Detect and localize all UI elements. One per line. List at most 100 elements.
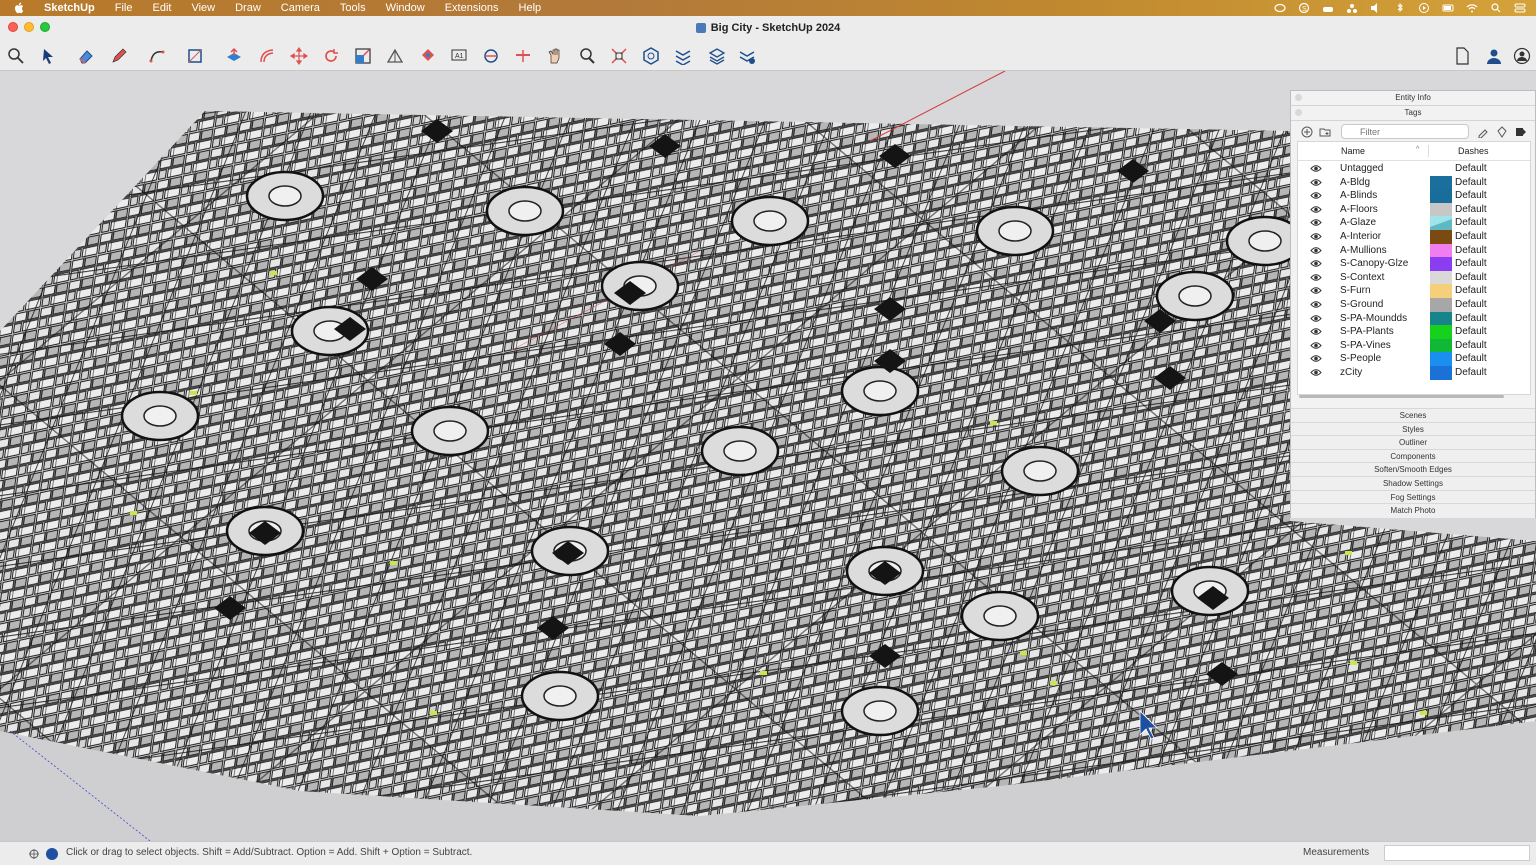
tag-row[interactable]: A-Mullions Default bbox=[1298, 243, 1530, 258]
move-icon[interactable] bbox=[288, 45, 310, 67]
tag-color-swatch[interactable] bbox=[1430, 352, 1452, 366]
menu-help[interactable]: Help bbox=[509, 0, 552, 16]
select-icon[interactable] bbox=[37, 45, 59, 67]
zoom-extents-icon[interactable] bbox=[608, 45, 630, 67]
menu-tools[interactable]: Tools bbox=[330, 0, 376, 16]
visibility-eye-icon[interactable] bbox=[1310, 178, 1322, 187]
tag-dashes-value[interactable]: Default bbox=[1455, 271, 1487, 285]
tag-row[interactable]: S-Context Default bbox=[1298, 270, 1530, 285]
visibility-eye-icon[interactable] bbox=[1310, 300, 1322, 309]
tag-tool-icon[interactable] bbox=[1477, 126, 1489, 138]
tag-row[interactable]: S-PA-Vines Default bbox=[1298, 338, 1530, 353]
tag-color-swatch[interactable] bbox=[1430, 162, 1452, 176]
profile-icon[interactable] bbox=[1511, 45, 1533, 67]
tag-row[interactable]: S-PA-Plants Default bbox=[1298, 325, 1530, 339]
measurements-input[interactable] bbox=[1384, 845, 1530, 861]
wifi-icon[interactable] bbox=[1466, 3, 1478, 13]
tag-dashes-value[interactable]: Default bbox=[1455, 366, 1487, 380]
add-tag-icon[interactable] bbox=[1301, 126, 1313, 138]
visibility-eye-icon[interactable] bbox=[1310, 273, 1322, 282]
visibility-eye-icon[interactable] bbox=[1310, 341, 1322, 350]
rectangle-icon[interactable] bbox=[184, 45, 206, 67]
tag-name[interactable]: A-Bldg bbox=[1340, 176, 1370, 190]
tag-row[interactable]: A-Glaze Default bbox=[1298, 216, 1530, 230]
tag-dashes-value[interactable]: Default bbox=[1455, 284, 1487, 298]
menu-edit[interactable]: Edit bbox=[142, 0, 181, 16]
dashes-column-header[interactable]: Dashes bbox=[1458, 146, 1489, 156]
tag-name[interactable]: S-PA-Plants bbox=[1340, 325, 1394, 339]
tag-dashes-value[interactable]: Default bbox=[1455, 244, 1487, 258]
tray-panel-header[interactable]: Styles bbox=[1291, 421, 1535, 437]
visibility-eye-icon[interactable] bbox=[1310, 286, 1322, 295]
section-plane-icon[interactable] bbox=[512, 45, 534, 67]
menu-file[interactable]: File bbox=[105, 0, 143, 16]
tag-row[interactable]: Untagged Default bbox=[1298, 162, 1530, 176]
visibility-eye-icon[interactable] bbox=[1310, 259, 1322, 268]
extension-icon[interactable] bbox=[672, 45, 694, 67]
tray-panel-header[interactable]: Outliner bbox=[1291, 435, 1535, 450]
tag-color-swatch[interactable] bbox=[1430, 175, 1452, 190]
minimize-window-button[interactable] bbox=[24, 22, 34, 32]
menu-camera[interactable]: Camera bbox=[271, 0, 330, 16]
tag-filter-input[interactable] bbox=[1341, 124, 1469, 139]
geo-location-icon[interactable] bbox=[28, 848, 40, 860]
tape-measure-icon[interactable] bbox=[384, 45, 406, 67]
tag-name[interactable]: A-Floors bbox=[1340, 203, 1378, 217]
tag-row[interactable]: A-Floors Default bbox=[1298, 202, 1530, 217]
tag-dashes-value[interactable]: Default bbox=[1455, 189, 1487, 203]
sketchup-status-icon[interactable]: S bbox=[1298, 2, 1310, 14]
volume-icon[interactable] bbox=[1370, 3, 1382, 13]
tag-name[interactable]: zCity bbox=[1340, 366, 1362, 380]
cluster-icon[interactable] bbox=[1346, 3, 1358, 13]
tag-name[interactable]: A-Interior bbox=[1340, 230, 1381, 244]
tray-panel-header[interactable]: Shadow Settings bbox=[1291, 476, 1535, 491]
tag-dashes-value[interactable]: Default bbox=[1455, 257, 1487, 271]
tray-panel-header[interactable]: Components bbox=[1291, 448, 1535, 464]
bluetooth-icon[interactable] bbox=[1394, 2, 1406, 13]
tag-color-swatch[interactable] bbox=[1430, 366, 1452, 380]
search-icon[interactable] bbox=[5, 45, 27, 67]
color-by-tag-icon[interactable] bbox=[1496, 126, 1508, 138]
tag-color-swatch[interactable] bbox=[1430, 270, 1452, 285]
tag-name[interactable]: S-PA-Moundds bbox=[1340, 312, 1407, 326]
visibility-eye-icon[interactable] bbox=[1310, 354, 1322, 363]
menu-window[interactable]: Window bbox=[376, 0, 435, 16]
scale-icon[interactable] bbox=[352, 45, 374, 67]
pencil-icon[interactable] bbox=[108, 45, 130, 67]
spotlight-icon[interactable] bbox=[1490, 3, 1502, 13]
tag-row[interactable]: S-Ground Default bbox=[1298, 298, 1530, 312]
rotate-icon[interactable] bbox=[320, 45, 342, 67]
tag-dashes-value[interactable]: Default bbox=[1455, 339, 1487, 353]
new-document-icon[interactable] bbox=[1451, 45, 1473, 67]
layers-icon[interactable] bbox=[706, 45, 728, 67]
tag-row[interactable]: zCity Default bbox=[1298, 366, 1530, 380]
tag-row[interactable]: S-Furn Default bbox=[1298, 284, 1530, 298]
tag-row[interactable]: S-Canopy-Glze Default bbox=[1298, 257, 1530, 271]
text-icon[interactable]: A1 bbox=[448, 45, 470, 67]
tag-name[interactable]: A-Mullions bbox=[1340, 244, 1387, 258]
eraser-icon[interactable] bbox=[75, 45, 97, 67]
zoom-window-button[interactable] bbox=[40, 22, 50, 32]
add-tag-folder-icon[interactable] bbox=[1319, 126, 1331, 138]
creative-cloud-icon[interactable] bbox=[1274, 3, 1286, 13]
tag-name[interactable]: S-PA-Vines bbox=[1340, 339, 1391, 353]
menu-extensions[interactable]: Extensions bbox=[435, 0, 509, 16]
tag-color-swatch[interactable] bbox=[1430, 338, 1452, 353]
tag-dashes-value[interactable]: Default bbox=[1455, 176, 1487, 190]
menu-app-name[interactable]: SketchUp bbox=[34, 0, 105, 16]
visibility-eye-icon[interactable] bbox=[1310, 327, 1322, 336]
tags-panel-header[interactable]: Tags bbox=[1291, 106, 1535, 121]
tag-name[interactable]: S-Canopy-Glze bbox=[1340, 257, 1408, 271]
control-center-icon[interactable] bbox=[1514, 3, 1526, 13]
tag-color-swatch[interactable] bbox=[1430, 284, 1452, 298]
orbit-icon[interactable] bbox=[480, 45, 502, 67]
tag-color-swatch[interactable] bbox=[1430, 311, 1452, 326]
help-info-icon[interactable] bbox=[46, 848, 58, 860]
tray-panel-header[interactable]: Soften/Smooth Edges bbox=[1291, 462, 1535, 477]
tag-dashes-value[interactable]: Default bbox=[1455, 216, 1487, 230]
visibility-eye-icon[interactable] bbox=[1310, 191, 1322, 200]
tag-row[interactable]: A-Bldg Default bbox=[1298, 175, 1530, 190]
menu-view[interactable]: View bbox=[181, 0, 225, 16]
menu-draw[interactable]: Draw bbox=[225, 0, 271, 16]
tag-color-swatch[interactable] bbox=[1430, 325, 1452, 339]
